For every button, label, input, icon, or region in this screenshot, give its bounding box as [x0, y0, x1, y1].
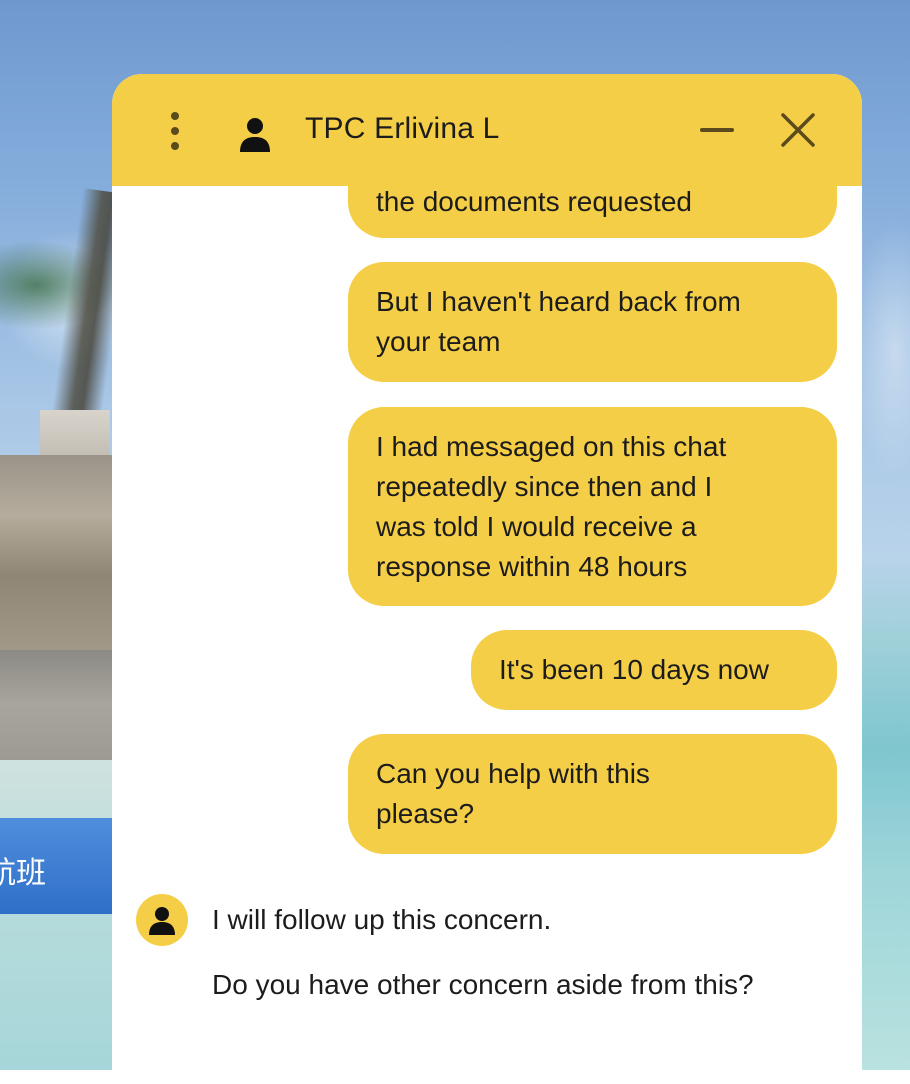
- person-icon: [149, 907, 175, 935]
- message-line: repeatedly since then and I: [376, 471, 713, 502]
- agent-message: I will follow up this concern.: [212, 904, 552, 935]
- message-line: Can you help with this: [376, 758, 650, 789]
- message-line: It's been 10 days now: [499, 654, 769, 685]
- person-icon: [240, 118, 270, 152]
- chat-header: TPC Erlivina L: [112, 74, 862, 186]
- close-icon[interactable]: [780, 112, 816, 148]
- user-message: I had messaged on this chat repeatedly s…: [348, 407, 837, 606]
- user-message: Can you help with this please?: [348, 734, 837, 854]
- message-list: the documents requested But I haven't he…: [112, 74, 862, 1084]
- flights-tab-label: 航班: [0, 856, 46, 891]
- rock-shore: [0, 650, 125, 760]
- sea: [0, 760, 125, 1070]
- message-line: response within 48 hours: [376, 551, 688, 582]
- message-line: was told I would receive a: [376, 511, 697, 542]
- minimize-icon[interactable]: [700, 124, 734, 136]
- chat-window: the documents requested But I haven't he…: [112, 74, 862, 1084]
- message-line: I had messaged on this chat: [376, 431, 727, 462]
- agent-message: Do you have other concern aside from thi…: [212, 969, 754, 1000]
- chat-title: TPC Erlivina L: [305, 112, 500, 145]
- stone-ruins: [0, 455, 125, 655]
- kebab-menu-icon[interactable]: [168, 112, 182, 150]
- message-line: But I haven't heard back from: [376, 286, 741, 317]
- user-message: But I haven't heard back from your team: [348, 262, 837, 382]
- message-line: your team: [376, 326, 501, 357]
- flights-tab-button[interactable]: 航班: [0, 818, 120, 914]
- agent-avatar: [136, 894, 188, 946]
- message-line: the documents requested: [376, 186, 692, 217]
- user-message: It's been 10 days now: [471, 630, 837, 710]
- message-line: please?: [376, 798, 475, 829]
